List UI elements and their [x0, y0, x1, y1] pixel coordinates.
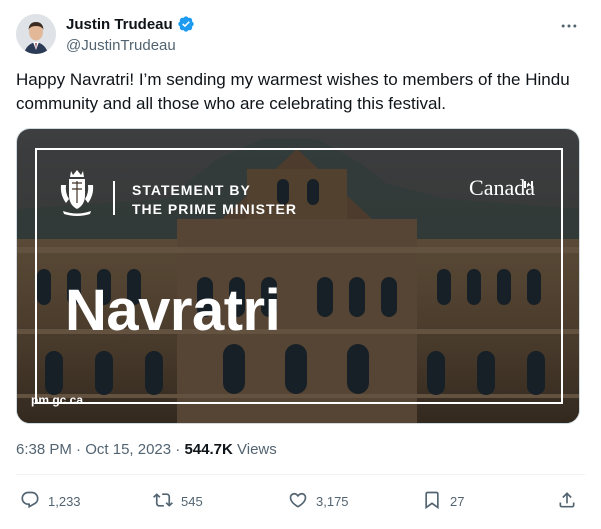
- share-icon: [557, 490, 577, 513]
- retweet-button[interactable]: 545: [153, 490, 203, 513]
- maple-flag-icon: [524, 175, 533, 188]
- share-button[interactable]: [557, 490, 577, 513]
- tweet-date[interactable]: Oct 15, 2023: [85, 441, 171, 458]
- bookmark-icon: [422, 490, 442, 513]
- like-count: 3,175: [316, 494, 349, 509]
- views-count[interactable]: 544.7K: [184, 441, 232, 458]
- heart-icon: [288, 490, 308, 513]
- statement-line-2: THE PRIME MINISTER: [132, 201, 298, 217]
- tweet-header: Justin Trudeau @JustinTrudeau: [16, 12, 589, 56]
- reply-button[interactable]: 1,233: [20, 490, 81, 513]
- views-label: Views: [237, 441, 277, 458]
- retweet-icon: [153, 490, 173, 513]
- more-icon[interactable]: [557, 14, 581, 38]
- reply-count: 1,233: [48, 494, 81, 509]
- bookmark-button[interactable]: 27: [422, 490, 464, 513]
- statement-divider: [113, 181, 115, 215]
- media-site-label: pm.gc.ca: [31, 393, 84, 407]
- tweet-text: Happy Navratri! I’m sending my warmest w…: [16, 70, 570, 113]
- action-bar: 1,233 545 3,175 27: [16, 486, 585, 518]
- tweet-meta: 6:38 PM · Oct 15, 2023 · 544.7K Views: [16, 441, 277, 458]
- verified-badge-icon: [177, 15, 195, 33]
- media-image[interactable]: STATEMENT BY THE PRIME MINISTER Canada N…: [16, 128, 580, 424]
- divider: [16, 474, 585, 475]
- statement-line-1: STATEMENT BY: [132, 182, 251, 198]
- retweet-count: 545: [181, 494, 203, 509]
- tweet-time[interactable]: 6:38 PM: [16, 441, 72, 458]
- name-row: Justin Trudeau: [66, 15, 195, 33]
- coat-of-arms-icon: [57, 167, 97, 217]
- tweet-card: Justin Trudeau @JustinTrudeau Happy Navr…: [0, 0, 601, 529]
- meta-separator: ·: [71, 441, 86, 458]
- display-name[interactable]: Justin Trudeau: [66, 16, 173, 33]
- reply-icon: [20, 490, 40, 513]
- handle[interactable]: @JustinTrudeau: [66, 37, 176, 54]
- avatar[interactable]: [16, 14, 56, 54]
- media-title: Navratri: [65, 278, 281, 343]
- meta-separator-2: ·: [171, 441, 185, 458]
- like-button[interactable]: 3,175: [288, 490, 349, 513]
- bookmark-count: 27: [450, 494, 465, 509]
